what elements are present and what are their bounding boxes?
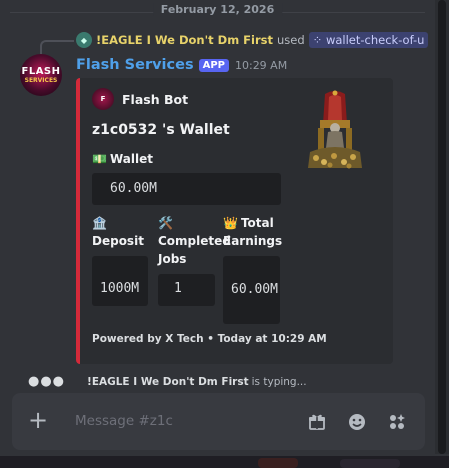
crown-icon: 👑	[223, 216, 238, 230]
deposit-value: 1000M	[92, 256, 148, 306]
typing-indicator: ●●● !EAGLE I We Don't Dm First is typing…	[28, 374, 307, 389]
jobs-label: Completed Jobs	[158, 234, 231, 266]
background-blur	[340, 459, 400, 468]
slash-command-icon: ⁘	[312, 33, 323, 47]
wallet-field-name: 💵 Wallet	[92, 150, 153, 168]
plus-icon[interactable]: +	[28, 407, 48, 433]
command-name: wallet-check-of-u	[325, 33, 425, 47]
command-chip[interactable]: ⁘ wallet-check-of-u	[308, 32, 429, 48]
jobs-field-name: 🛠️ Completed Jobs	[158, 214, 231, 268]
avatar-text-top: FLASH	[21, 65, 61, 77]
money-icon: 💵	[92, 152, 107, 166]
embed-author-name: Flash Bot	[122, 91, 189, 107]
scrollbar[interactable]	[435, 0, 449, 454]
throne-icon[interactable]	[306, 90, 364, 170]
bank-icon: 🏦	[92, 216, 107, 230]
embed-footer: Powered by X Tech • Today at 10:29 AM	[92, 333, 327, 345]
author-name[interactable]: Flash Services	[76, 57, 194, 73]
background-blur	[258, 458, 298, 468]
tools-icon: 🛠️	[158, 216, 173, 230]
emoji-icon[interactable]	[346, 411, 368, 433]
bottom-strip	[0, 456, 449, 468]
message-input[interactable]: Message #z1c	[75, 413, 173, 429]
embed-author: F Flash Bot	[92, 88, 188, 110]
avatar[interactable]: FLASH SERVICES	[20, 54, 62, 96]
scrollbar-thumb[interactable]	[438, 0, 446, 454]
typing-text: is typing...	[251, 375, 307, 388]
wallet-value: 60.00M	[92, 173, 281, 205]
typing-dots-icon: ●●●	[28, 374, 66, 389]
jobs-value: 1	[158, 274, 215, 306]
reply-username[interactable]: !EAGLE I We Don't Dm First	[96, 33, 273, 47]
deposit-label: Deposit	[92, 234, 144, 248]
reply-avatar[interactable]: ◆	[76, 32, 92, 48]
date-divider: February 12, 2026	[10, 3, 425, 21]
message-timestamp[interactable]: 10:29 AM	[235, 59, 287, 72]
apps-icon[interactable]	[386, 411, 408, 433]
reply-used-text: used	[277, 33, 305, 47]
earnings-value: 60.00M	[223, 256, 280, 324]
deposit-field-name: 🏦 Deposit	[92, 214, 152, 250]
date-divider-label: February 12, 2026	[152, 3, 283, 16]
message-composer: + Message #z1c	[12, 393, 425, 450]
gift-icon[interactable]	[306, 411, 328, 433]
typing-username: !EAGLE I We Don't Dm First	[87, 375, 249, 388]
app-badge: APP	[198, 58, 229, 72]
avatar-text-bottom: SERVICES	[24, 76, 58, 84]
earnings-field-name: 👑 Total Earnings	[223, 214, 293, 250]
reply-connector	[40, 40, 74, 55]
message-header: Flash Services APP 10:29 AM	[76, 55, 287, 75]
bot-avatar: F	[92, 88, 114, 110]
wallet-label: Wallet	[109, 152, 153, 166]
reply-preview[interactable]: ◆ !EAGLE I We Don't Dm First used ⁘ wall…	[76, 31, 429, 49]
embed-title: z1c0532 's Wallet	[92, 122, 230, 138]
wallet-embed: F Flash Bot z1c0532 's Wallet 💵 Wallet 60…	[76, 78, 393, 364]
